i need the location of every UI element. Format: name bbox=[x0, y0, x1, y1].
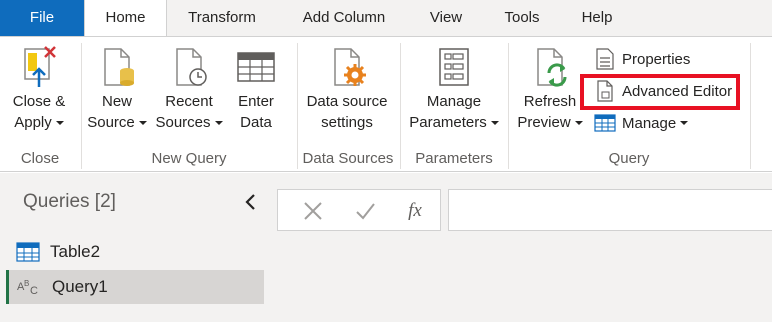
table-icon bbox=[16, 242, 40, 262]
svg-text:C: C bbox=[30, 285, 38, 297]
refresh-preview-label-line2: Preview bbox=[514, 112, 586, 133]
new-source-icon bbox=[104, 48, 134, 86]
chevron-down-icon bbox=[214, 121, 223, 126]
query-item-label: Table2 bbox=[50, 242, 101, 261]
chevron-down-icon bbox=[138, 121, 147, 126]
abc-text-icon: A B C bbox=[17, 279, 38, 297]
refresh-preview-label-line1: Refresh bbox=[523, 93, 577, 110]
close-apply-button[interactable]: Close & Apply bbox=[4, 43, 74, 133]
manage-label: Manage bbox=[622, 114, 677, 132]
data-source-settings-icon bbox=[334, 48, 366, 86]
queries-pane-title: Queries [2] bbox=[23, 191, 116, 212]
svg-text:B: B bbox=[24, 279, 29, 288]
query-item-query1[interactable]: A B C Query1 bbox=[6, 270, 264, 304]
new-source-label-line1: New bbox=[101, 93, 132, 110]
fx-icon: fx bbox=[408, 200, 422, 221]
properties-button[interactable]: Properties bbox=[594, 45, 690, 73]
chevron-down-icon bbox=[55, 121, 64, 126]
close-apply-label-line2: Apply bbox=[4, 112, 74, 133]
close-icon bbox=[304, 202, 322, 220]
query-item-label: Query1 bbox=[52, 277, 108, 296]
formula-buttons: fx bbox=[277, 189, 441, 231]
recent-sources-label-line2: Sources bbox=[152, 112, 226, 133]
table-icon bbox=[594, 114, 616, 132]
close-apply-label-line1: Close & bbox=[12, 93, 66, 110]
data-source-settings-label-line2: settings bbox=[321, 114, 373, 131]
new-source-button[interactable]: New Source bbox=[86, 43, 148, 133]
insert-function-button[interactable]: fx bbox=[402, 198, 428, 224]
chevron-down-icon bbox=[490, 121, 499, 126]
group-divider bbox=[750, 43, 751, 169]
data-source-settings-button[interactable]: Data source settings bbox=[300, 43, 394, 133]
chevron-down-icon bbox=[574, 121, 583, 126]
chevron-down-icon bbox=[680, 121, 689, 125]
manage-parameters-label-line2: Parameters bbox=[404, 112, 504, 133]
queries-pane: Queries [2] Table2 A B C Query1 bbox=[0, 173, 271, 322]
recent-sources-button[interactable]: Recent Sources bbox=[152, 43, 226, 133]
manage-button[interactable]: Manage bbox=[594, 109, 689, 137]
enter-data-label-line1: Enter bbox=[238, 93, 274, 110]
formula-input[interactable] bbox=[448, 189, 772, 231]
tab-help[interactable]: Help bbox=[566, 0, 628, 36]
properties-icon bbox=[596, 48, 614, 70]
manage-parameters-icon bbox=[439, 48, 469, 86]
ribbon-tab-strip: File Home Transform Add Column View Tool… bbox=[0, 0, 772, 37]
tab-view[interactable]: View bbox=[414, 0, 478, 36]
data-source-settings-label-line1: Data source bbox=[306, 93, 388, 110]
enter-data-label-line2: Data bbox=[240, 114, 272, 131]
group-label-query: Query bbox=[608, 150, 650, 167]
tab-home[interactable]: Home bbox=[84, 0, 167, 37]
manage-parameters-button[interactable]: Manage Parameters bbox=[404, 43, 504, 133]
group-label-close: Close bbox=[20, 150, 60, 167]
ribbon: Close & Apply Close New Source Recent So… bbox=[0, 36, 772, 172]
tab-add-column[interactable]: Add Column bbox=[285, 0, 403, 36]
new-source-label-line2: Source bbox=[86, 112, 148, 133]
query-item-table2[interactable]: Table2 bbox=[6, 235, 264, 269]
recent-sources-label-line1: Recent bbox=[165, 93, 213, 110]
table-grid-icon bbox=[237, 52, 275, 82]
enter-data-button[interactable]: Enter Data bbox=[230, 43, 282, 133]
refresh-preview-icon bbox=[537, 48, 567, 87]
group-label-data-sources: Data Sources bbox=[302, 150, 394, 167]
advanced-editor-highlight bbox=[580, 74, 740, 110]
collapse-pane-chevron-left-icon[interactable] bbox=[243, 192, 259, 212]
manage-parameters-label-line1: Manage bbox=[426, 93, 482, 110]
recent-sources-icon bbox=[176, 48, 207, 86]
refresh-preview-button[interactable]: Refresh Preview bbox=[514, 43, 586, 133]
group-label-new-query: New Query bbox=[151, 150, 227, 167]
cancel-formula-button[interactable] bbox=[300, 198, 326, 224]
group-label-parameters: Parameters bbox=[415, 150, 493, 167]
checkmark-icon bbox=[356, 203, 375, 220]
close-apply-icon bbox=[24, 46, 56, 87]
formula-bar-area: fx bbox=[271, 173, 772, 322]
tab-file[interactable]: File bbox=[0, 0, 84, 36]
tab-tools[interactable]: Tools bbox=[490, 0, 554, 36]
tab-transform[interactable]: Transform bbox=[172, 0, 272, 36]
confirm-formula-button[interactable] bbox=[352, 198, 378, 224]
properties-label: Properties bbox=[622, 50, 691, 68]
